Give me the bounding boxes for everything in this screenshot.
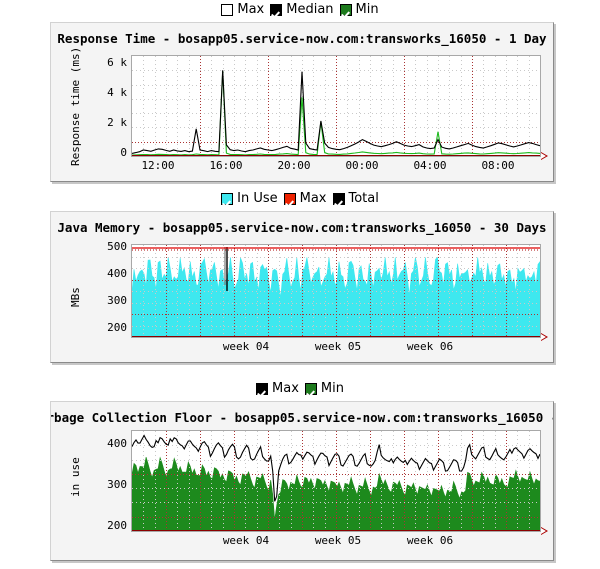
garbage-collection-floor-legend: Max Min	[0, 379, 600, 399]
checkbox-min[interactable]	[339, 4, 352, 16]
x-tick-2000: 20:00	[277, 159, 311, 172]
java-memory-title: Java Memory - bosapp05.service-now.com:t…	[57, 220, 547, 235]
response-time-y-axis-label: Response time (ms)	[69, 46, 82, 166]
y-tick-300-gc: 300	[107, 478, 127, 491]
y-tick-300: 300	[107, 294, 127, 307]
x-tick-week05-gc: week 05	[314, 534, 362, 547]
legend-label-total: Total	[348, 191, 379, 206]
x-tick-0400: 04:00	[413, 159, 447, 172]
checkbox-median[interactable]	[270, 4, 283, 16]
legend-label-max-gc: Max	[272, 381, 299, 396]
legend-label-min: Min	[355, 2, 379, 17]
x-axis-arrow-2	[541, 333, 548, 341]
checkbox-in-use[interactable]	[221, 193, 234, 205]
response-time-panel: Response Time - bosapp05.service-now.com…	[50, 22, 554, 182]
x-tick-0000: 00:00	[345, 159, 379, 172]
response-time-legend: Max Median Min	[0, 0, 600, 20]
y-tick-2k: 2 k	[107, 116, 127, 129]
java-memory-panel: Java Memory - bosapp05.service-now.com:t…	[50, 211, 554, 363]
x-tick-0800: 08:00	[481, 159, 515, 172]
y-tick-0: 0	[120, 146, 127, 159]
checkbox-total[interactable]	[332, 193, 345, 205]
x-tick-1200: 12:00	[141, 159, 175, 172]
graph-dashboard: Max Median Min Response Time - bosapp05.…	[0, 0, 600, 569]
y-tick-6k: 6 k	[107, 56, 127, 69]
garbage-collection-floor-panel: arbage Collection Floor - bosapp05.servi…	[50, 401, 554, 561]
legend-item-in-use[interactable]: In Use	[221, 192, 278, 206]
response-time-plot	[131, 55, 541, 157]
garbage-collection-floor-svg	[132, 431, 540, 531]
x-tick-week05-mem: week 05	[314, 340, 362, 353]
y-tick-500: 500	[107, 240, 127, 253]
java-memory-y-axis-label: MBs	[69, 287, 82, 307]
y-tick-400: 400	[107, 267, 127, 280]
checkbox-max-gc[interactable]	[256, 383, 269, 395]
java-memory-svg	[132, 245, 540, 337]
checkbox-min-gc[interactable]	[304, 383, 317, 395]
legend-label-max-mem: Max	[299, 191, 327, 206]
response-time-title: Response Time - bosapp05.service-now.com…	[57, 31, 547, 46]
legend-item-max-mem[interactable]: Max	[283, 191, 327, 206]
checkbox-max[interactable]	[221, 4, 234, 16]
legend-label-in-use: In Use	[237, 191, 278, 206]
legend-item-median[interactable]: Median	[270, 2, 334, 17]
legend-item-min-gc[interactable]: Min	[304, 381, 344, 396]
y-tick-200: 200	[107, 321, 127, 334]
legend-label-min-gc: Min	[320, 381, 344, 396]
x-tick-week04-mem: week 04	[222, 340, 270, 353]
y-tick-200-gc: 200	[107, 519, 127, 532]
legend-item-total[interactable]: Total	[332, 191, 379, 206]
java-memory-legend: In Use Max Total	[0, 189, 600, 209]
legend-item-min[interactable]: Min	[339, 2, 379, 17]
legend-label-max: Max	[237, 2, 265, 17]
legend-item-max-gc[interactable]: Max	[256, 382, 299, 396]
garbage-collection-floor-title: arbage Collection Floor - bosapp05.servi…	[50, 410, 554, 425]
x-axis-arrow-3	[541, 527, 548, 535]
x-tick-week04-gc: week 04	[222, 534, 270, 547]
legend-item-max[interactable]: Max	[221, 3, 264, 17]
legend-label-median: Median	[286, 2, 334, 17]
x-tick-1600: 16:00	[209, 159, 243, 172]
y-tick-4k: 4 k	[107, 86, 127, 99]
x-tick-week06-mem: week 06	[406, 340, 454, 353]
x-tick-week06-gc: week 06	[406, 534, 454, 547]
checkbox-max-mem[interactable]	[283, 193, 296, 205]
y-tick-400-gc: 400	[107, 437, 127, 450]
garbage-collection-y-axis-label: in use	[69, 457, 82, 497]
java-memory-plot	[131, 244, 541, 338]
x-axis-arrow-1	[541, 152, 548, 160]
garbage-collection-floor-plot	[131, 430, 541, 532]
response-time-svg	[132, 56, 540, 156]
